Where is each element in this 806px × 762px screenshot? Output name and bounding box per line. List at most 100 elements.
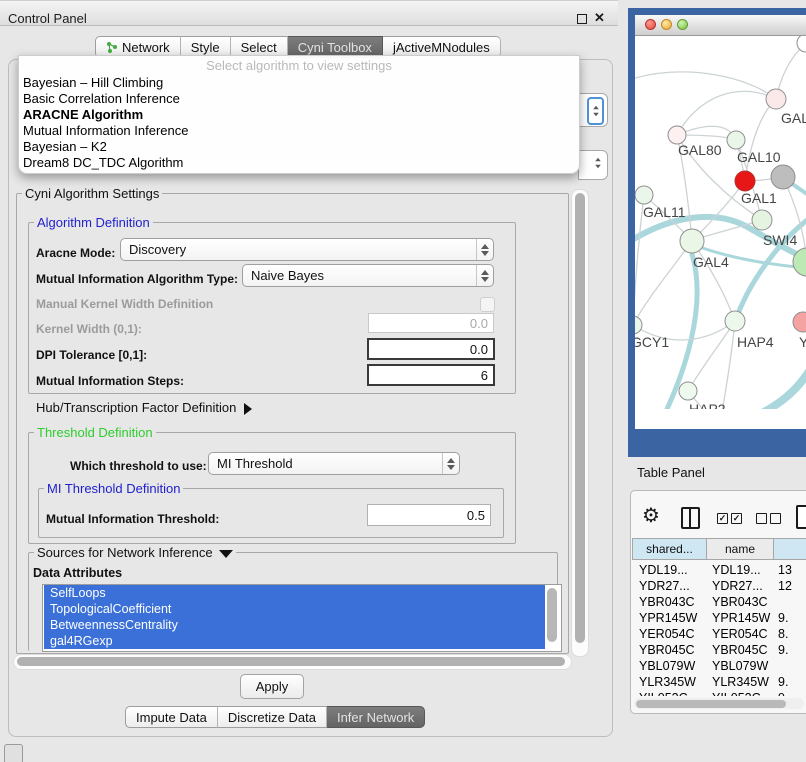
control-panel-title: Control Panel [8, 11, 87, 26]
float-window-icon[interactable] [577, 14, 587, 24]
network-node-hap4[interactable] [725, 311, 745, 331]
table-row[interactable]: YER054CYER054C8. [632, 626, 806, 642]
attribute-topologicalcoefficient[interactable]: TopologicalCoefficient [44, 601, 545, 617]
network-window: GALGAL80GAL10GAL1GAL11SWI4GAL4GCY1HAP4YH… [628, 8, 806, 457]
table-cell: YDL19... [707, 562, 774, 578]
table-row[interactable]: YDL19...YDL19...13 [632, 562, 806, 578]
mac-zoom-button[interactable] [677, 19, 688, 30]
gear-icon[interactable]: ⚙ [642, 503, 660, 528]
table-cell: 9. [774, 642, 806, 658]
mi-type-combo[interactable]: Naive Bayes [242, 264, 494, 287]
table-cell: YER054C [707, 626, 774, 642]
table-row[interactable]: YIL052CYIL052C9. [632, 690, 806, 696]
network-node-gal1[interactable] [735, 171, 755, 191]
network-node[interactable] [771, 165, 795, 189]
inference-algorithm-combo-fragment[interactable] [578, 93, 608, 127]
algorithm-option-mutual-information-inference[interactable]: Mutual Information Inference [19, 123, 579, 139]
mac-close-button[interactable] [645, 19, 656, 30]
network-node-swi4[interactable] [752, 210, 772, 230]
select-all-columns-icon[interactable]: ✓✓ [717, 513, 742, 524]
algorithm-option-basic-correlation-inference[interactable]: Basic Correlation Inference [19, 91, 579, 107]
network-node-gal10[interactable] [727, 131, 745, 149]
deselect-all-columns-icon[interactable] [756, 513, 781, 524]
manual-kernel-checkbox[interactable] [480, 297, 495, 312]
algorithm-option-bayesian-k2[interactable]: Bayesian – K2 [19, 139, 579, 155]
aracne-mode-value: Discovery [129, 242, 476, 257]
kernel-width-field: 0.0 [368, 313, 494, 333]
which-threshold-combo[interactable]: MI Threshold [208, 452, 460, 475]
tab-discretize-data[interactable]: Discretize Data [218, 706, 327, 728]
network-edge[interactable] [719, 321, 735, 409]
table-row[interactable]: YBR043CYBR043C [632, 594, 806, 610]
tab-label: Cyni Toolbox [298, 40, 372, 55]
tab-label: jActiveMNodules [393, 40, 490, 55]
algorithm-option-aracne-algorithm[interactable]: ARACNE Algorithm [19, 107, 579, 123]
table-cell: 12 [774, 578, 806, 594]
table-cell: YBL079W [707, 658, 774, 674]
table-row[interactable]: YBR045CYBR045C9. [632, 642, 806, 658]
table-hscroll-thumb[interactable] [636, 700, 786, 708]
settings-horizontal-scrollbar[interactable] [13, 654, 572, 670]
hub-definition-toggle[interactable]: Hub/Transcription Factor Definition [36, 400, 252, 415]
mac-minimize-button[interactable] [661, 19, 672, 30]
expand-arrow-icon [219, 550, 233, 558]
export-table-icon[interactable] [796, 505, 806, 529]
network-node-gal4[interactable] [680, 229, 704, 253]
network-edge[interactable] [635, 241, 692, 325]
table-row[interactable]: YDR27...YDR27...12 [632, 578, 806, 594]
dpi-tolerance-field[interactable]: 0.0 [367, 338, 495, 360]
mi-steps-field[interactable]: 6 [367, 364, 495, 386]
close-icon[interactable]: ✕ [594, 10, 605, 26]
network-icon [106, 41, 118, 53]
network-node[interactable] [797, 36, 806, 52]
columns-icon[interactable] [681, 507, 700, 529]
control-panel-titlebar[interactable]: Control Panel ✕ [0, 0, 618, 26]
algorithm-definition-title: Algorithm Definition [34, 215, 153, 230]
attribute-betweennesscentrality[interactable]: BetweennessCentrality [44, 617, 545, 633]
node-label-hap2: HAP2 [689, 401, 726, 409]
table-row[interactable]: YLR345WYLR345W9. [632, 674, 806, 690]
table-row[interactable]: YPR145WYPR145W9. [632, 610, 806, 626]
aracne-mode-combo[interactable]: Discovery [120, 238, 494, 261]
algorithm-option-bayesian-hill-climbing[interactable]: Bayesian – Hill Climbing [19, 75, 579, 91]
attributes-list-scrollbar[interactable] [547, 588, 557, 642]
column-header-shared[interactable]: shared... [632, 538, 707, 560]
apply-button-label: Apply [256, 679, 289, 694]
algorithm-option-dream8-dc-tdc-algorithm[interactable]: Dream8 DC_TDC Algorithm [19, 155, 579, 171]
bottom-left-partial-button[interactable] [4, 744, 23, 762]
tab-impute-data[interactable]: Impute Data [125, 706, 218, 728]
collapse-arrow-icon [244, 403, 252, 415]
table-horizontal-scrollbar[interactable] [634, 698, 804, 709]
column-header-name[interactable]: name [707, 538, 774, 560]
apply-button[interactable]: Apply [240, 674, 304, 699]
network-node-gal11[interactable] [635, 186, 653, 204]
column-header-clipped[interactable] [774, 538, 806, 560]
table-cell: YBR045C [632, 642, 707, 658]
network-canvas[interactable]: GALGAL80GAL10GAL1GAL11SWI4GAL4GCY1HAP4YH… [635, 36, 806, 409]
table-rows[interactable]: YDL19...YDL19...13YDR27...YDR27...12YBR0… [632, 562, 806, 696]
table-cell: YER054C [632, 626, 707, 642]
settings-vertical-scrollbar[interactable] [571, 189, 589, 657]
attribute-gal4rgexp[interactable]: gal4RGexp [44, 633, 545, 649]
network-node-hap2[interactable] [679, 382, 697, 400]
table-cell: YPR145W [632, 610, 707, 626]
network-data-combo-fragment[interactable] [578, 150, 608, 180]
network-edge[interactable] [745, 99, 776, 181]
table-row[interactable]: YBL079WYBL079W [632, 658, 806, 674]
network-edge[interactable] [635, 72, 776, 99]
settings-vscroll-thumb[interactable] [575, 193, 585, 643]
sources-group-title[interactable]: Sources for Network Inference [34, 545, 236, 560]
settings-hscroll-thumb[interactable] [17, 657, 565, 666]
which-threshold-value: MI Threshold [217, 456, 442, 471]
data-attributes-list[interactable]: SelfLoopsTopologicalCoefficientBetweenne… [42, 584, 562, 652]
algorithm-popup-list: Select algorithm to view settingsBayesia… [18, 55, 580, 174]
mi-type-value: Naive Bayes [251, 268, 476, 283]
network-node-gal[interactable] [766, 89, 786, 109]
tab-infer-network[interactable]: Infer Network [327, 706, 425, 728]
attribute-selfloops[interactable]: SelfLoops [44, 585, 545, 601]
network-node-y[interactable] [793, 312, 806, 332]
cyni-algorithm-settings-title: Cyni Algorithm Settings [22, 186, 162, 201]
mi-threshold-field[interactable]: 0.5 [367, 504, 491, 526]
network-window-titlebar[interactable] [635, 15, 806, 36]
network-node-gcy1[interactable] [635, 316, 642, 334]
